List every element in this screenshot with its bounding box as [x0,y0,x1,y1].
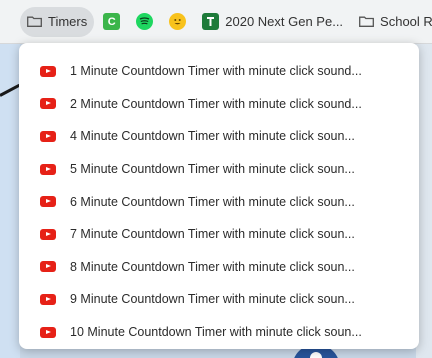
youtube-icon [40,130,56,142]
dropdown-item-label: 1 Minute Countdown Timer with minute cli… [70,64,362,79]
dropdown-item[interactable]: 6 Minute Countdown Timer with minute cli… [19,185,419,218]
folder-icon [27,16,42,27]
bookmark-folder-dropdown: 1 Minute Countdown Timer with minute cli… [19,43,419,349]
dropdown-item-label: 10 Minute Countdown Timer with minute cl… [70,325,362,340]
bookmark-label: Timers [48,14,88,29]
youtube-icon [40,261,56,273]
youtube-icon [40,228,56,240]
smiley-emoji-icon [169,13,187,30]
dropdown-item[interactable]: 10 Minute Countdown Timer with minute cl… [19,316,419,349]
dropdown-item[interactable]: 9 Minute Countdown Timer with minute cli… [19,283,419,316]
dropdown-item[interactable]: 2 Minute Countdown Timer with minute cli… [19,88,419,121]
bookmark-classroom[interactable]: C [96,7,127,37]
youtube-icon [40,293,56,305]
dropdown-item-label: 5 Minute Countdown Timer with minute cli… [70,162,355,177]
bookmark-spotify[interactable] [129,7,160,37]
dropdown-item[interactable]: 1 Minute Countdown Timer with minute cli… [19,55,419,88]
dropdown-item-label: 6 Minute Countdown Timer with minute cli… [70,194,355,209]
dropdown-item-label: 4 Minute Countdown Timer with minute cli… [70,129,355,144]
classroom-c-icon: C [103,13,121,30]
dropdown-item-label: 8 Minute Countdown Timer with minute cli… [70,259,355,274]
youtube-icon [40,163,56,175]
folder-icon [359,16,374,27]
youtube-icon [40,98,56,110]
bookmark-folder-school[interactable]: School Re [352,7,432,37]
dropdown-item[interactable]: 8 Minute Countdown Timer with minute cli… [19,251,419,284]
youtube-icon [40,65,56,77]
dropdown-item-label: 7 Minute Countdown Timer with minute cli… [70,227,355,242]
bookmark-next-gen[interactable]: 2020 Next Gen Pe... [195,7,350,37]
spotify-icon [136,13,154,30]
bookmark-folder-timers[interactable]: Timers [20,6,95,37]
bookmark-emoji[interactable] [162,7,193,37]
dropdown-item[interactable]: 7 Minute Countdown Timer with minute cli… [19,218,419,251]
youtube-icon [40,326,56,338]
dropdown-item-label: 9 Minute Countdown Timer with minute cli… [70,292,355,307]
dropdown-item[interactable]: 5 Minute Countdown Timer with minute cli… [19,153,419,186]
dropdown-item-label: 2 Minute Countdown Timer with minute cli… [70,96,362,111]
dropdown-item[interactable]: 4 Minute Countdown Timer with minute cli… [19,120,419,153]
bookmarks-bar: Timers C 2020 Next Gen Pe... School R [0,0,432,44]
bookmark-label: 2020 Next Gen Pe... [225,14,344,29]
green-t-icon [202,13,220,30]
youtube-icon [40,196,56,208]
bookmark-label: School Re [380,14,432,29]
